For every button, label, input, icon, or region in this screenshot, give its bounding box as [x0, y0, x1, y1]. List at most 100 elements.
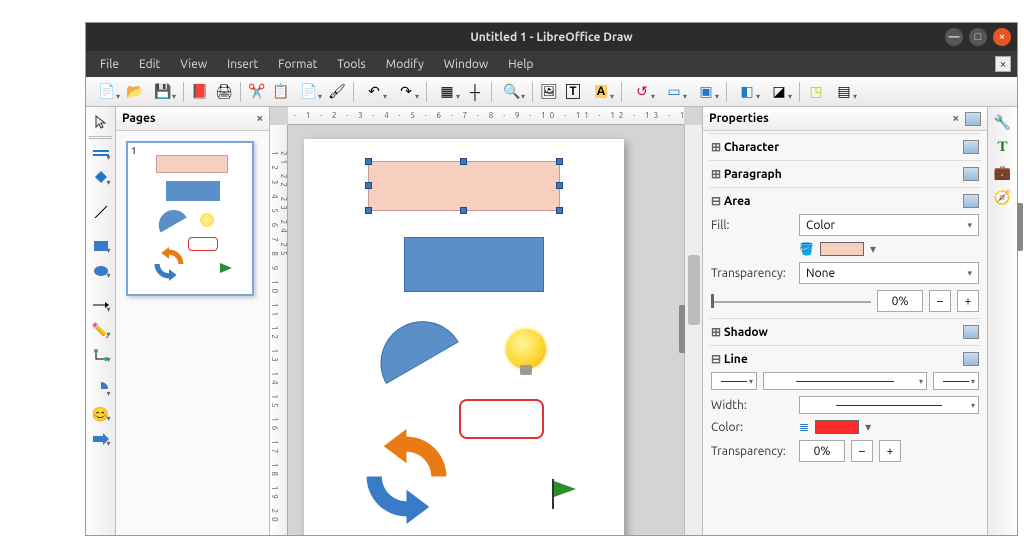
export-pdf-icon[interactable]: 📕	[189, 81, 211, 103]
area-transparency-value[interactable]: 0%	[877, 290, 923, 312]
resize-handle-s[interactable]	[460, 207, 467, 214]
print-icon[interactable]: 🖨	[213, 81, 235, 103]
maximize-button[interactable]: □	[969, 28, 987, 46]
menu-view[interactable]: View	[170, 54, 217, 75]
line-style-select[interactable]	[763, 372, 927, 390]
menu-insert[interactable]: Insert	[217, 54, 268, 75]
section-character[interactable]: ⊞ Character	[709, 137, 981, 157]
new-doc-icon[interactable]: 📄	[92, 81, 122, 103]
shape-circular-arrows[interactable]	[359, 429, 454, 524]
arrange-icon[interactable]: ▣	[691, 81, 721, 103]
menu-format[interactable]: Format	[268, 54, 327, 75]
shape-half-circle[interactable]	[365, 306, 459, 384]
resize-handle-w[interactable]	[365, 182, 372, 189]
filter-icon[interactable]: ▤	[829, 81, 859, 103]
section-paragraph[interactable]: ⊞ Paragraph	[709, 164, 981, 184]
doc-close-button[interactable]: ×	[995, 56, 1011, 72]
align-icon[interactable]: ▭	[659, 81, 689, 103]
line-tool-icon[interactable]	[89, 201, 113, 223]
sidebar-properties-icon[interactable]: 🔧	[992, 111, 1014, 133]
distribute-icon[interactable]: ◧	[732, 81, 762, 103]
sidebar-gallery-icon[interactable]: 💼	[992, 161, 1014, 183]
arrow-line-icon[interactable]	[89, 294, 113, 316]
properties-close-icon[interactable]: ×	[952, 112, 959, 126]
zoom-icon[interactable]: 🔍	[497, 81, 527, 103]
shape-flag[interactable]	[552, 479, 580, 509]
resize-handle-n[interactable]	[460, 158, 467, 165]
section-area[interactable]: ⊟ Area	[709, 191, 981, 211]
menu-help[interactable]: Help	[498, 54, 543, 75]
menu-modify[interactable]: Modify	[376, 54, 434, 75]
save-icon[interactable]: 💾	[148, 81, 178, 103]
shadow-more-icon[interactable]	[963, 325, 979, 339]
shape-blue-rectangle[interactable]	[404, 237, 544, 292]
menu-edit[interactable]: Edit	[129, 54, 170, 75]
shape-selected-rectangle[interactable]	[368, 161, 560, 211]
fill-color-dropdown-icon[interactable]: ▾	[870, 242, 876, 256]
basic-shapes-icon[interactable]	[89, 378, 113, 400]
symbol-shapes-icon[interactable]: 😊	[89, 403, 113, 425]
resize-handle-se[interactable]	[556, 207, 563, 214]
canvas-area[interactable]: · 1 · 2 · 3 · 4 · 5 · 6 · 7 · 8 · 9 · 10…	[270, 107, 702, 535]
area-more-icon[interactable]	[963, 194, 979, 208]
redo-icon[interactable]: ↷	[391, 81, 421, 103]
block-arrows-icon[interactable]	[89, 428, 113, 450]
shape-lightbulb[interactable]	[506, 329, 546, 369]
fill-color-swatch[interactable]	[820, 242, 864, 256]
undo-icon[interactable]: ↶	[359, 81, 389, 103]
menu-window[interactable]: Window	[434, 54, 498, 75]
line-color-icon[interactable]	[89, 142, 113, 164]
ellipse-tool-icon[interactable]	[89, 260, 113, 282]
page-thumbnail-1[interactable]: 1	[126, 141, 254, 296]
fill-type-select[interactable]: Color	[799, 214, 979, 236]
section-line[interactable]: ⊟ Line	[709, 349, 981, 369]
crop-icon[interactable]: ◳	[805, 81, 827, 103]
area-transparency-slider[interactable]	[711, 290, 871, 312]
bucket-icon[interactable]: 🪣	[799, 242, 814, 256]
section-shadow[interactable]: ⊞ Shadow	[709, 322, 981, 342]
textbox-icon[interactable]: T	[562, 81, 584, 103]
pages-panel-close-icon[interactable]: ×	[256, 112, 263, 125]
pointer-icon[interactable]	[89, 111, 113, 133]
line-transparency-value[interactable]: 0%	[799, 440, 845, 462]
resize-handle-nw[interactable]	[365, 158, 372, 165]
line-width-select[interactable]	[799, 396, 979, 414]
line-transparency-decrease[interactable]: –	[851, 440, 873, 462]
rotate-left-icon[interactable]: ↺	[627, 81, 657, 103]
image-icon[interactable]: 🖼	[538, 81, 560, 103]
fill-color-icon[interactable]	[89, 167, 113, 189]
sidebar-navigator-icon[interactable]: 🧭	[992, 186, 1014, 208]
shadow-toggle-icon[interactable]: ◪	[764, 81, 794, 103]
line-transparency-increase[interactable]: +	[879, 440, 901, 462]
grid-icon[interactable]: ▦	[432, 81, 462, 103]
copy-icon[interactable]: 📋	[270, 81, 292, 103]
fontwork-icon[interactable]: A	[586, 81, 616, 103]
menu-tools[interactable]: Tools	[327, 54, 376, 75]
line-arrow-end-select[interactable]	[933, 372, 979, 390]
format-paintbrush-icon[interactable]: 🖌	[326, 81, 348, 103]
minimize-button[interactable]: —	[945, 28, 963, 46]
canvas-resize-grip[interactable]	[679, 305, 685, 353]
curve-tool-icon[interactable]: ✏️	[89, 319, 113, 341]
character-more-icon[interactable]	[963, 140, 979, 154]
resize-handle-ne[interactable]	[556, 158, 563, 165]
cut-icon[interactable]: ✂️	[246, 81, 268, 103]
connector-tool-icon[interactable]	[89, 344, 113, 366]
line-arrow-start-select[interactable]	[711, 372, 757, 390]
resize-handle-e[interactable]	[556, 182, 563, 189]
canvas-scrollbar-vertical[interactable]	[684, 125, 702, 535]
menu-file[interactable]: File	[90, 54, 129, 75]
sidebar-styles-icon[interactable]: T	[992, 136, 1014, 158]
line-color-dropdown-icon[interactable]: ▾	[865, 420, 871, 434]
area-transparency-select[interactable]: None	[799, 262, 979, 284]
close-button[interactable]: ×	[993, 28, 1011, 46]
helplines-icon[interactable]: ┼	[464, 81, 486, 103]
area-transparency-decrease[interactable]: –	[929, 290, 951, 312]
paragraph-more-icon[interactable]	[963, 167, 979, 181]
shape-rounded-rectangle[interactable]	[459, 399, 544, 439]
area-transparency-increase[interactable]: +	[957, 290, 979, 312]
line-more-icon[interactable]	[963, 352, 979, 366]
line-color-swatch[interactable]	[815, 420, 859, 434]
pages-resize-grip[interactable]	[1017, 203, 1023, 251]
drawing-page[interactable]	[304, 139, 624, 535]
